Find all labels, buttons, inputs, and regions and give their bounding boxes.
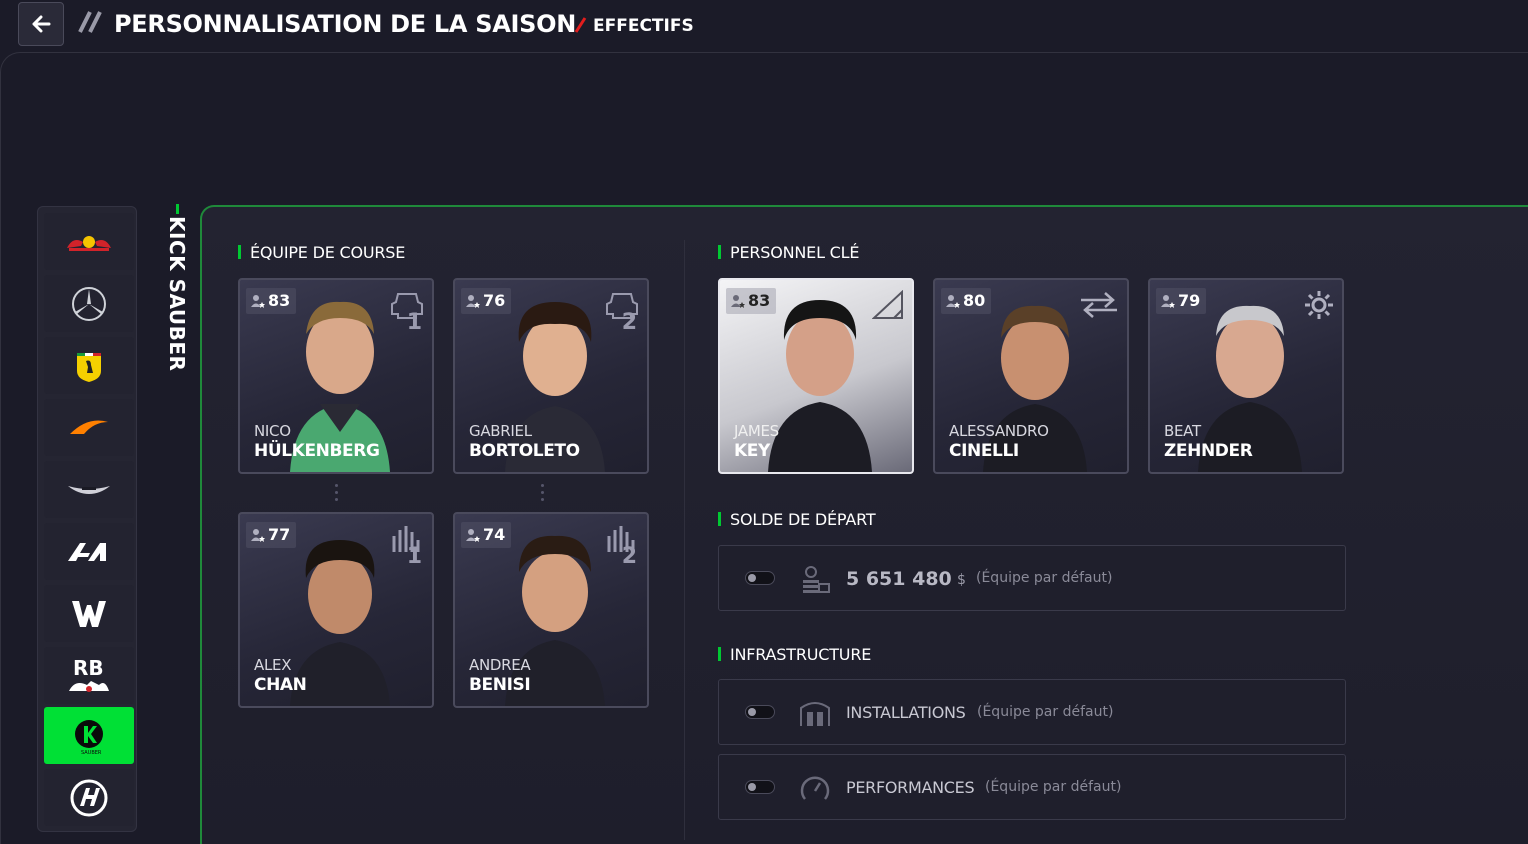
person-star-icon	[946, 295, 960, 308]
team-item-aston-martin[interactable]	[44, 461, 134, 518]
person-star-icon	[466, 529, 480, 542]
staff-first-name: ALESSANDRO	[949, 422, 1049, 440]
page-title: PERSONNALISATION DE LA SAISON	[114, 10, 577, 38]
mclaren-logo-icon	[70, 420, 108, 434]
driver-number: 1	[406, 310, 422, 335]
staff-card-key[interactable]: 83 JAMES KEY	[718, 278, 914, 474]
driver-number: 2	[621, 310, 637, 335]
team-item-williams[interactable]	[44, 585, 134, 642]
red-bull-logo-icon	[67, 235, 111, 251]
starting-balance-toggle[interactable]	[745, 571, 775, 585]
driver-card-hulkenberg[interactable]: 83 1 NICO HÜLKENBERG	[238, 278, 434, 474]
arrow-left-icon	[32, 15, 51, 33]
team-item-red-bull[interactable]	[44, 213, 134, 270]
team-item-ferrari[interactable]	[44, 337, 134, 394]
staff-last-name: CINELLI	[949, 441, 1019, 461]
link-dots	[335, 484, 339, 505]
williams-logo-icon	[72, 600, 106, 627]
driver-card-bortoleto[interactable]: 76 2 GABRIEL BORTOLETO	[453, 278, 649, 474]
alpine-logo-icon	[68, 542, 106, 561]
team-item-alpine[interactable]	[44, 523, 134, 580]
link-dots	[541, 484, 545, 505]
red-slash-icon	[574, 16, 588, 38]
kick-sauber-logo-icon: SAUBER	[75, 719, 103, 756]
installations-row: INSTALLATIONS (Équipe par défaut)	[718, 679, 1346, 745]
driver-first-name: NICO	[254, 422, 291, 440]
driver-first-name: ALEX	[254, 656, 292, 674]
page-subtitle: EFFECTIFS	[593, 16, 694, 36]
staff-card-zehnder[interactable]: 79 BEAT ZEHNDER	[1148, 278, 1344, 474]
driver-first-name: GABRIEL	[469, 422, 532, 440]
infrastructure-title: INFRASTRUCTURE	[718, 645, 871, 664]
key-staff-title: PERSONNEL CLÉ	[718, 243, 859, 262]
header-slashes-icon	[78, 10, 106, 38]
installations-label: INSTALLATIONS	[846, 703, 966, 722]
team-item-mercedes[interactable]	[44, 275, 134, 332]
starting-balance-value: 5 651 480	[846, 568, 952, 590]
ferrari-logo-icon	[77, 352, 101, 382]
race-team-title: ÉQUIPE DE COURSE	[238, 243, 405, 262]
staff-first-name: BEAT	[1164, 422, 1201, 440]
speedometer-icon	[800, 776, 830, 800]
person-star-icon	[731, 295, 745, 308]
person-star-icon	[1161, 295, 1175, 308]
driver-card-benisi[interactable]: 74 2 ANDREA BENISI	[453, 512, 649, 708]
starting-balance-note: (Équipe par défaut)	[976, 570, 1113, 586]
staff-first-name: JAMES	[734, 422, 779, 440]
driver-last-name: HÜLKENBERG	[254, 441, 380, 461]
building-icon	[800, 702, 830, 726]
selected-team-name: KICK SAUBER	[165, 216, 189, 372]
haas-logo-icon	[70, 779, 108, 816]
driver-first-name: ANDREA	[469, 656, 531, 674]
column-divider	[684, 240, 685, 840]
mercedes-logo-icon	[72, 286, 106, 321]
team-item-rb[interactable]: RB	[44, 647, 134, 704]
person-star-icon	[251, 529, 265, 542]
team-sidebar: RB SAUBER	[37, 206, 137, 832]
person-star-icon	[466, 295, 480, 308]
installations-toggle[interactable]	[745, 705, 775, 719]
performances-note: (Équipe par défaut)	[985, 779, 1122, 795]
team-item-mclaren[interactable]	[44, 399, 134, 456]
starting-balance-row: 5 651 480 $ (Équipe par défaut)	[718, 545, 1346, 611]
selected-team-label: KICK SAUBER	[165, 204, 195, 376]
team-item-haas[interactable]	[44, 769, 134, 826]
aston-martin-logo-icon	[68, 485, 110, 494]
installations-note: (Équipe par défaut)	[977, 704, 1114, 720]
staff-last-name: ZEHNDER	[1164, 441, 1253, 461]
back-button[interactable]	[18, 2, 64, 46]
staff-portrait	[768, 300, 872, 472]
svg-text:SAUBER: SAUBER	[81, 750, 102, 756]
performances-toggle[interactable]	[745, 780, 775, 794]
svg-text:RB: RB	[73, 656, 104, 680]
performances-label: PERFORMANCES	[846, 778, 975, 797]
team-item-kick-sauber[interactable]: SAUBER	[44, 707, 134, 764]
starting-balance-title: SOLDE DE DÉPART	[718, 510, 876, 529]
money-stack-icon	[803, 566, 830, 593]
performances-row: PERFORMANCES (Équipe par défaut)	[718, 754, 1346, 820]
driver-number: 2	[621, 544, 637, 569]
rb-logo-icon: RB	[69, 656, 109, 692]
staff-last-name: KEY	[734, 441, 770, 461]
person-star-icon	[251, 295, 265, 308]
driver-last-name: BENISI	[469, 675, 531, 695]
driver-last-name: BORTOLETO	[469, 441, 580, 461]
currency-unit: $	[957, 572, 966, 588]
driver-card-chan[interactable]: 77 1 ALEX CHAN	[238, 512, 434, 708]
driver-number: 1	[406, 544, 422, 569]
driver-last-name: CHAN	[254, 675, 307, 695]
staff-card-cinelli[interactable]: 80 ALESSANDRO CINELLI	[933, 278, 1129, 474]
